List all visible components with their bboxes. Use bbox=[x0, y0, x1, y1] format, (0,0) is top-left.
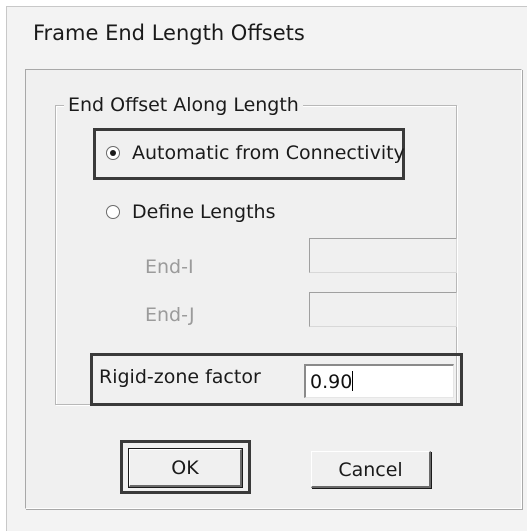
dialog-title: Frame End Length Offsets bbox=[33, 21, 305, 45]
radio-checked-icon bbox=[106, 146, 120, 160]
radio-automatic-label: Automatic from Connectivity bbox=[132, 142, 405, 164]
radio-define-lengths-label: Define Lengths bbox=[132, 201, 276, 223]
end-j-input[interactable] bbox=[309, 292, 457, 327]
group-legend: End Offset Along Length bbox=[64, 92, 303, 118]
end-j-label: End-J bbox=[145, 304, 195, 326]
rigid-zone-factor-input[interactable]: 0.90 bbox=[304, 364, 454, 398]
radio-unchecked-icon bbox=[106, 205, 120, 219]
cancel-button[interactable]: Cancel bbox=[311, 451, 431, 488]
radio-automatic-from-connectivity[interactable]: Automatic from Connectivity bbox=[106, 142, 405, 164]
end-i-input[interactable] bbox=[309, 238, 457, 273]
radio-define-lengths[interactable]: Define Lengths bbox=[106, 201, 276, 223]
ok-button[interactable]: OK bbox=[128, 448, 243, 488]
end-i-label: End-I bbox=[145, 256, 194, 278]
rigid-zone-factor-label: Rigid-zone factor bbox=[99, 366, 261, 388]
title-bar: Frame End Length Offsets bbox=[7, 7, 527, 57]
text-caret bbox=[352, 371, 354, 391]
frame-end-length-offsets-dialog: Frame End Length Offsets End Offset Alon… bbox=[6, 6, 527, 531]
rigid-zone-factor-value: 0.90 bbox=[310, 371, 353, 393]
dialog-client-area: End Offset Along Length Automatic from C… bbox=[25, 69, 522, 509]
